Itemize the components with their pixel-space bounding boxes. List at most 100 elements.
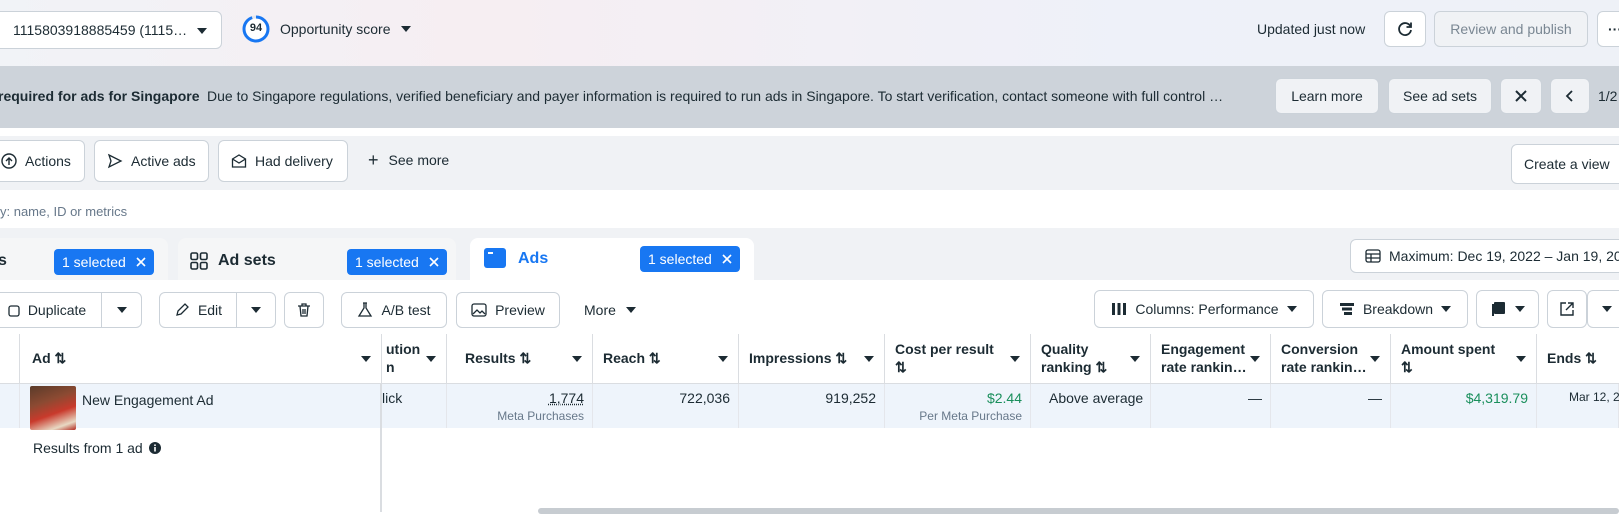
chevron-down-icon: [197, 28, 207, 34]
duplicate-menu-button[interactable]: [101, 292, 142, 328]
level-tabs: s 1 selected Ad sets 1 selected Ads 1 se…: [0, 228, 1619, 280]
ad-thumbnail: [30, 386, 76, 430]
columns-button[interactable]: Columns: Performance: [1094, 290, 1314, 328]
ab-test-button[interactable]: A/B test: [341, 292, 447, 328]
active-ads-filter[interactable]: Active ads: [94, 140, 209, 182]
opportunity-score[interactable]: 94 Opportunity score: [242, 14, 411, 44]
table-row-checkbox[interactable]: [0, 384, 20, 428]
search-input[interactable]: y: name, ID or metrics: [0, 198, 1619, 226]
horizontal-scrollbar[interactable]: [538, 508, 1619, 514]
review-publish-button[interactable]: Review and publish: [1434, 11, 1588, 47]
export-menu-button[interactable]: [1587, 290, 1619, 328]
chevron-down-icon[interactable]: [1130, 356, 1140, 362]
chevron-down-icon[interactable]: [1250, 356, 1260, 362]
see-ad-sets-button[interactable]: See ad sets: [1388, 78, 1492, 114]
actions-filter[interactable]: Actions: [0, 140, 85, 182]
table-row-results: 1,774 Meta Purchases: [447, 384, 593, 428]
breakdown-icon: [1339, 303, 1354, 315]
tab-ads[interactable]: Ads 1 selected: [470, 238, 754, 280]
table-row-reach: 722,036: [593, 384, 739, 428]
column-header-checkbox[interactable]: [0, 334, 20, 384]
column-header-attribution[interactable]: ution n: [382, 334, 447, 384]
campaigns-selected-pill[interactable]: 1 selected: [54, 249, 154, 275]
chevron-down-icon[interactable]: [1370, 356, 1380, 362]
banner-title: required for ads for Singapore: [0, 88, 200, 104]
date-range-picker[interactable]: Maximum: Dec 19, 2022 – Jan 19, 20: [1350, 239, 1619, 273]
score-value: 94: [249, 22, 263, 34]
plus-icon: +: [368, 150, 379, 170]
tab-campaigns[interactable]: s 1 selected: [0, 238, 168, 280]
close-icon[interactable]: [136, 257, 146, 267]
close-icon[interactable]: [429, 257, 439, 267]
account-selector[interactable]: 1115803918885459 (1115…: [0, 11, 222, 49]
delete-button[interactable]: [284, 292, 324, 328]
image-preview-icon: [471, 303, 487, 317]
export-button[interactable]: [1547, 290, 1587, 328]
envelope-icon: [231, 154, 247, 168]
reports-icon: [1491, 302, 1505, 316]
chevron-down-icon[interactable]: [1010, 356, 1020, 362]
top-bar: 1115803918885459 (1115… 94 Opportunity s…: [0, 0, 1619, 66]
more-options-button[interactable]: ···: [1597, 11, 1619, 47]
learn-more-button[interactable]: Learn more: [1275, 78, 1379, 114]
results-value[interactable]: 1,774: [549, 390, 584, 406]
refresh-button[interactable]: [1384, 11, 1426, 47]
banner-page-indicator: 1/2: [1598, 88, 1618, 104]
send-icon: [107, 153, 123, 169]
column-header-ends[interactable]: Ends ⇅: [1537, 334, 1619, 384]
calendar-table-icon: [1365, 249, 1381, 263]
chevron-down-icon[interactable]: [864, 356, 874, 362]
table-row-engagement-ranking: —: [1151, 384, 1271, 428]
column-header-engagement-ranking[interactable]: Engagement rate rankin…: [1151, 334, 1271, 384]
grid-icon: [190, 252, 208, 270]
chevron-down-icon[interactable]: [572, 356, 582, 362]
table-row-ad-cell[interactable]: New Engagement Ad: [20, 384, 382, 430]
ad-icon: [484, 248, 506, 268]
chevron-down-icon[interactable]: [361, 356, 371, 362]
column-header-results[interactable]: Results ⇅: [447, 334, 593, 384]
chevron-down-icon[interactable]: [718, 356, 728, 362]
score-label: Opportunity score: [280, 21, 391, 37]
chevron-down-icon: [1441, 306, 1452, 312]
chevron-down-icon: [251, 307, 261, 313]
ad-name-link[interactable]: New Engagement Ad: [82, 392, 214, 408]
verification-banner: required for ads for Singapore Due to Si…: [0, 66, 1619, 128]
see-more-filters[interactable]: + See more: [368, 150, 449, 170]
more-actions-dropdown[interactable]: More: [584, 302, 636, 318]
table-row-amount-spent: $4,319.79: [1391, 384, 1537, 428]
ads-toolbar: Duplicate Edit A/B test Preview More Col…: [0, 280, 1619, 336]
column-header-cost-per-result[interactable]: Cost per result ⇅: [885, 334, 1031, 384]
chevron-down-icon[interactable]: [1516, 356, 1526, 362]
frozen-column-divider: [380, 428, 382, 512]
close-icon[interactable]: [722, 254, 732, 264]
breakdown-button[interactable]: Breakdown: [1322, 290, 1468, 328]
column-header-impressions[interactable]: Impressions ⇅: [739, 334, 885, 384]
pencil-icon: [176, 303, 189, 316]
column-header-quality-ranking[interactable]: Quality ranking ⇅: [1031, 334, 1151, 384]
column-header-amount-spent[interactable]: Amount spent ⇅: [1391, 334, 1537, 384]
column-header-conversion-ranking[interactable]: Conversion rate rankin…: [1271, 334, 1391, 384]
chevron-down-icon: [1602, 306, 1612, 312]
table-row-attribution: lick: [382, 384, 447, 428]
preview-button[interactable]: Preview: [456, 292, 560, 328]
chevron-down-icon: [1286, 306, 1297, 312]
trash-icon: [298, 303, 310, 317]
create-view-button[interactable]: Create a view: [1511, 144, 1619, 184]
ads-selected-pill[interactable]: 1 selected: [640, 246, 740, 272]
reports-button[interactable]: [1476, 290, 1539, 328]
close-icon: [1515, 90, 1527, 102]
column-header-ad[interactable]: Ad ⇅: [20, 334, 382, 384]
edit-menu-button[interactable]: [236, 292, 276, 328]
tab-ad-sets[interactable]: Ad sets 1 selected: [178, 238, 456, 280]
column-header-reach[interactable]: Reach ⇅: [593, 334, 739, 384]
adsets-selected-pill[interactable]: 1 selected: [347, 249, 447, 275]
had-delivery-filter[interactable]: Had delivery: [218, 140, 348, 182]
edit-button[interactable]: Edit: [159, 292, 237, 328]
close-banner-button[interactable]: [1500, 78, 1542, 114]
duplicate-button[interactable]: Duplicate: [0, 292, 102, 328]
info-icon[interactable]: [148, 442, 161, 454]
chevron-down-icon: [400, 26, 411, 32]
chevron-down-icon[interactable]: [426, 356, 436, 362]
previous-notice-button[interactable]: [1550, 78, 1590, 114]
export-icon: [1560, 302, 1574, 316]
